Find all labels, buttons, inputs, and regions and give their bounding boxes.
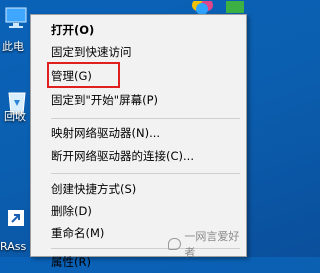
menu-item-open[interactable]: 打开(O)	[31, 19, 246, 41]
this-pc-icon[interactable]	[4, 4, 28, 32]
highlight-box	[47, 62, 120, 88]
shortcut-arrow-icon	[8, 210, 24, 226]
recycle-bin-label: 回收	[4, 110, 26, 123]
context-menu: 打开(O) 固定到快速访问 管理(G) 固定到"开始"屏幕(P) 映射网络驱动器…	[30, 14, 247, 269]
menu-item-label: 固定到快速访问	[51, 45, 132, 59]
menu-item-label: 重命名(M)	[51, 226, 105, 240]
menu-item-create-shortcut[interactable]: 创建快捷方式(S)	[31, 178, 246, 200]
menu-item-pin-start[interactable]: 固定到"开始"屏幕(P)	[31, 89, 246, 111]
menu-separator	[51, 173, 240, 174]
app-icon-2[interactable]	[224, 0, 247, 14]
chat-bubble-icon	[168, 238, 182, 250]
menu-item-label: 删除(D)	[51, 204, 92, 218]
menu-item-label: 固定到"开始"屏幕(P)	[51, 93, 158, 107]
menu-item-label: 映射网络驱动器(N)...	[51, 126, 161, 140]
menu-item-label: 打开(O)	[51, 23, 95, 37]
ras-label: RAss	[0, 240, 27, 253]
menu-item-disconnect-drive[interactable]: 断开网络驱动器的连接(C)...	[31, 145, 246, 167]
menu-item-label: 属性(R)	[51, 255, 91, 269]
watermark: 一网言爱好者	[168, 228, 247, 260]
watermark-text: 一网言爱好者	[184, 230, 240, 259]
menu-item-label: 断开网络驱动器的连接(C)...	[51, 149, 194, 163]
menu-item-pin-quick-access[interactable]: 固定到快速访问	[31, 41, 246, 63]
app-icon[interactable]	[190, 0, 220, 15]
menu-separator	[51, 118, 240, 119]
menu-item-delete[interactable]: 删除(D)	[31, 200, 246, 222]
this-pc-label: 此电	[2, 40, 24, 53]
menu-item-map-drive[interactable]: 映射网络驱动器(N)...	[31, 122, 246, 144]
menu-item-label: 创建快捷方式(S)	[51, 182, 137, 196]
